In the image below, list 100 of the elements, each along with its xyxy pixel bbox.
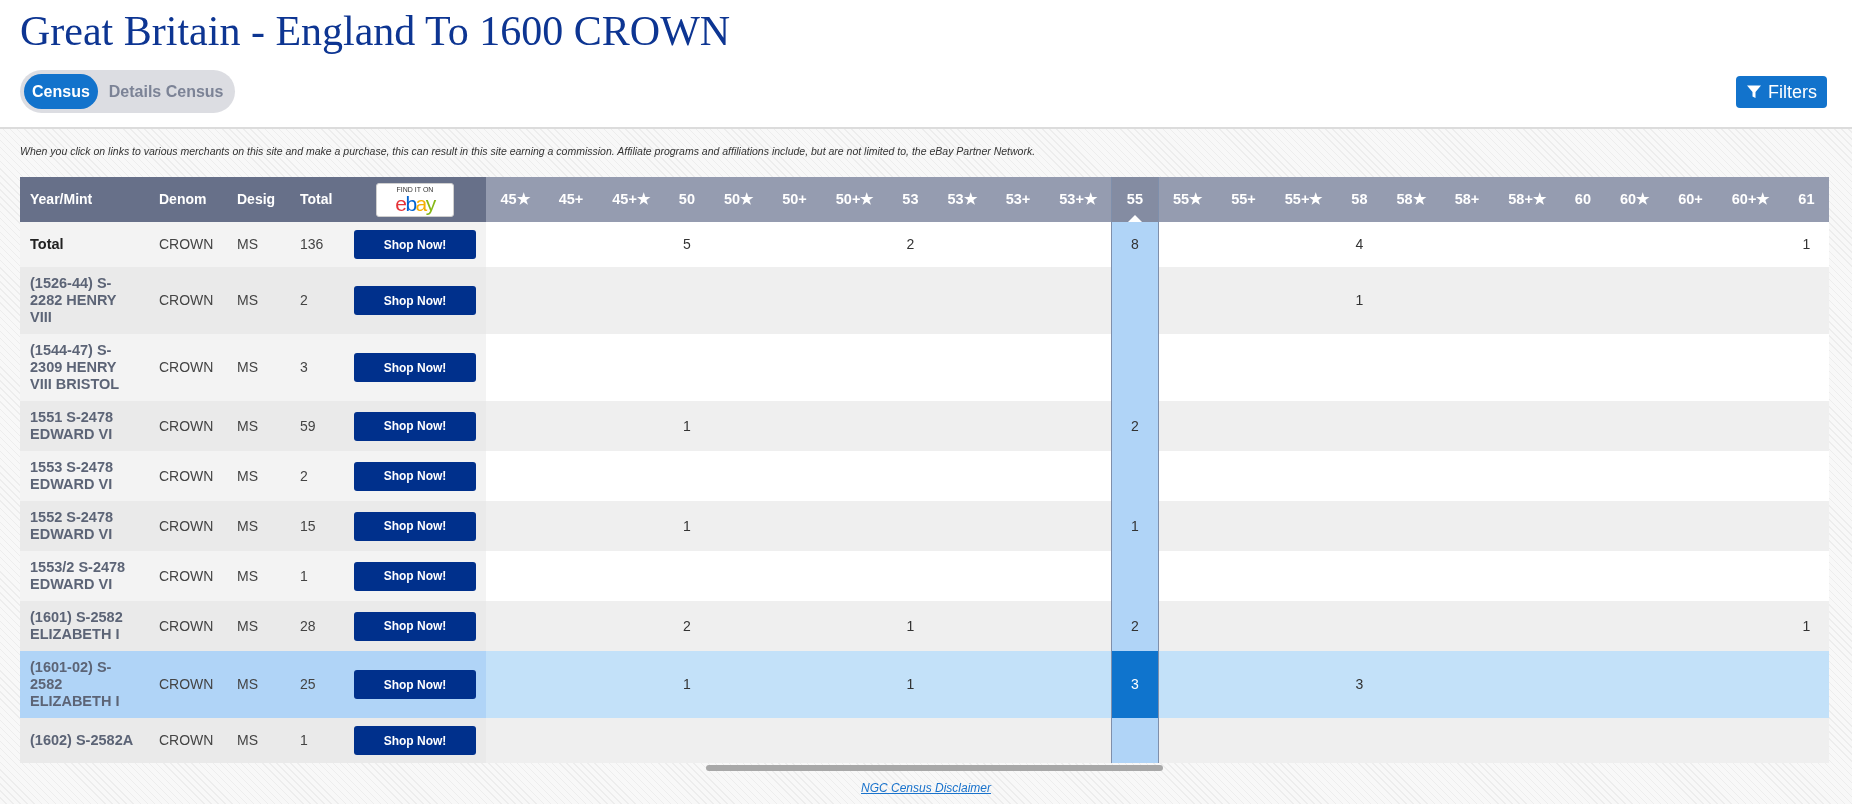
- grade-column-header[interactable]: 53+★: [1044, 177, 1112, 222]
- shop-now-button[interactable]: Shop Now!: [354, 411, 476, 441]
- ebay-logo: ebay: [395, 193, 435, 214]
- grade-column-header[interactable]: 58★: [1382, 177, 1441, 222]
- table-cell: 15: [290, 501, 344, 551]
- grade-column-header[interactable]: 45+: [544, 177, 598, 222]
- table-cell: CROWN: [149, 401, 227, 451]
- table-cell: 3: [1111, 651, 1158, 718]
- page-title: Great Britain - England To 1600 CROWN: [20, 7, 732, 56]
- table-cell: 1: [1783, 601, 1829, 651]
- table-cell: [1111, 718, 1158, 763]
- shop-now-button[interactable]: Shop Now!: [354, 561, 476, 591]
- row-header-cell: 1552 S-2478 EDWARD VI: [20, 501, 149, 551]
- table-cell: 1: [887, 601, 933, 651]
- table-header-cell[interactable]: Desig: [227, 177, 290, 222]
- table-cell: CROWN: [149, 651, 227, 718]
- grade-column-header[interactable]: 60★: [1605, 177, 1664, 222]
- table-cell: 8: [1111, 222, 1158, 267]
- grade-column-header[interactable]: 55: [1111, 177, 1158, 222]
- table-cell: 1: [1336, 267, 1382, 334]
- row-header-cell: (1602) S-2582A: [20, 718, 149, 763]
- table-cell: 1: [664, 501, 710, 551]
- row-header-cell: 1553 S-2478 EDWARD VI: [20, 451, 149, 501]
- grade-column-header[interactable]: 50+★: [821, 177, 888, 222]
- grade-column-header[interactable]: 60+★: [1717, 177, 1784, 222]
- table-cell: MS: [227, 718, 290, 763]
- shop-now-button[interactable]: Shop Now!: [354, 230, 476, 259]
- row-header-cell: (1526-44) S-2282 HENRY VIII: [20, 267, 149, 334]
- shop-now-button[interactable]: Shop Now!: [354, 670, 476, 699]
- table-cell: 1: [1111, 501, 1158, 551]
- row-header-cell: Total: [20, 222, 149, 267]
- table-cell: MS: [227, 551, 290, 601]
- row-header-cell: (1601) S-2582 ELIZABETH I: [20, 601, 149, 651]
- table-cell: CROWN: [149, 334, 227, 401]
- table-cell: 5: [664, 222, 710, 267]
- table-cell: 2: [1111, 401, 1158, 451]
- table-cell: MS: [227, 222, 290, 267]
- grade-column-header[interactable]: 50: [664, 177, 710, 222]
- grade-column-header[interactable]: 50★: [709, 177, 768, 222]
- table-cell: 28: [290, 601, 344, 651]
- table-cell: 3: [290, 334, 344, 401]
- row-header-cell: (1601-02) S-2582 ELIZABETH I: [20, 651, 149, 718]
- grade-column-header[interactable]: 58+★: [1493, 177, 1561, 222]
- table-cell: CROWN: [149, 267, 227, 334]
- table-cell: MS: [227, 334, 290, 401]
- table-header-cell[interactable]: Year/Mint: [20, 177, 149, 222]
- filters-button[interactable]: Filters: [1736, 75, 1827, 108]
- grade-column-header[interactable]: 53★: [933, 177, 992, 222]
- grade-column-header[interactable]: 58+: [1440, 177, 1494, 222]
- table-cell: 2: [290, 451, 344, 501]
- grade-column-header[interactable]: 50+: [767, 177, 822, 222]
- row-header-cell: 1551 S-2478 EDWARD VI: [20, 401, 149, 451]
- grade-column-header[interactable]: 53: [887, 177, 933, 222]
- table-cell: MS: [227, 651, 290, 718]
- table-header-cell[interactable]: Denom: [149, 177, 227, 222]
- table-cell: 2: [664, 601, 710, 651]
- table-cell: 1: [887, 651, 933, 718]
- grade-column-header[interactable]: 55+★: [1270, 177, 1337, 222]
- shop-now-button[interactable]: Shop Now!: [354, 511, 476, 541]
- shop-now-button[interactable]: Shop Now!: [354, 286, 476, 315]
- table-cell: CROWN: [149, 501, 227, 551]
- table-cell: MS: [227, 501, 290, 551]
- grade-column-header[interactable]: 60: [1560, 177, 1606, 222]
- shop-now-button[interactable]: Shop Now!: [354, 461, 476, 491]
- table-cell: 1: [290, 551, 344, 601]
- grade-column-header[interactable]: 53+: [991, 177, 1045, 222]
- table-cell: CROWN: [149, 601, 227, 651]
- table-cell: 2: [1111, 601, 1158, 651]
- table-cell: 25: [290, 651, 344, 718]
- horizontal-scrollbar[interactable]: [706, 765, 1163, 771]
- view-tab[interactable]: Details Census: [101, 74, 231, 109]
- table-cell: 1: [290, 718, 344, 763]
- table-cell: 136: [290, 222, 344, 267]
- shop-now-button[interactable]: Shop Now!: [354, 726, 476, 755]
- table-cell: CROWN: [149, 222, 227, 267]
- table-cell: MS: [227, 267, 290, 334]
- filter-icon: [1746, 83, 1762, 100]
- grade-column-header[interactable]: 45★: [486, 177, 545, 222]
- table-cell: 1: [664, 401, 710, 451]
- table-cell: CROWN: [149, 451, 227, 501]
- table-header-cell[interactable]: Total: [290, 177, 344, 222]
- grade-column-header[interactable]: 61: [1783, 177, 1829, 222]
- grade-column-header[interactable]: 58: [1336, 177, 1382, 222]
- table-cell: 1: [1783, 222, 1829, 267]
- shop-now-button[interactable]: Shop Now!: [354, 611, 476, 641]
- grade-column-header[interactable]: 45+★: [597, 177, 665, 222]
- table-cell: CROWN: [149, 551, 227, 601]
- table-cell: MS: [227, 451, 290, 501]
- row-header-cell: (1544-47) S-2309 HENRY VIII BRISTOL: [20, 334, 149, 401]
- table-cell: 2: [887, 222, 933, 267]
- affiliate-notice: When you click on links to various merchants on this site and make a purchase, this can result in this site earning a commission. Affiliate programs and affiliations include, but are not limited to, the eBay Partner Network.: [19, 144, 1037, 159]
- view-tab[interactable]: Census: [24, 74, 98, 109]
- table-cell: 3: [1336, 651, 1382, 718]
- grade-column-header[interactable]: 55+: [1216, 177, 1271, 222]
- table-cell: 59: [290, 401, 344, 451]
- grade-column-header[interactable]: 55★: [1158, 177, 1217, 222]
- shop-now-button[interactable]: Shop Now!: [354, 353, 476, 382]
- disclaimer-link[interactable]: NGC Census Disclaimer: [861, 779, 991, 797]
- grade-column-header[interactable]: 60+: [1663, 177, 1718, 222]
- row-header-cell: 1553/2 S-2478 EDWARD VI: [20, 551, 149, 601]
